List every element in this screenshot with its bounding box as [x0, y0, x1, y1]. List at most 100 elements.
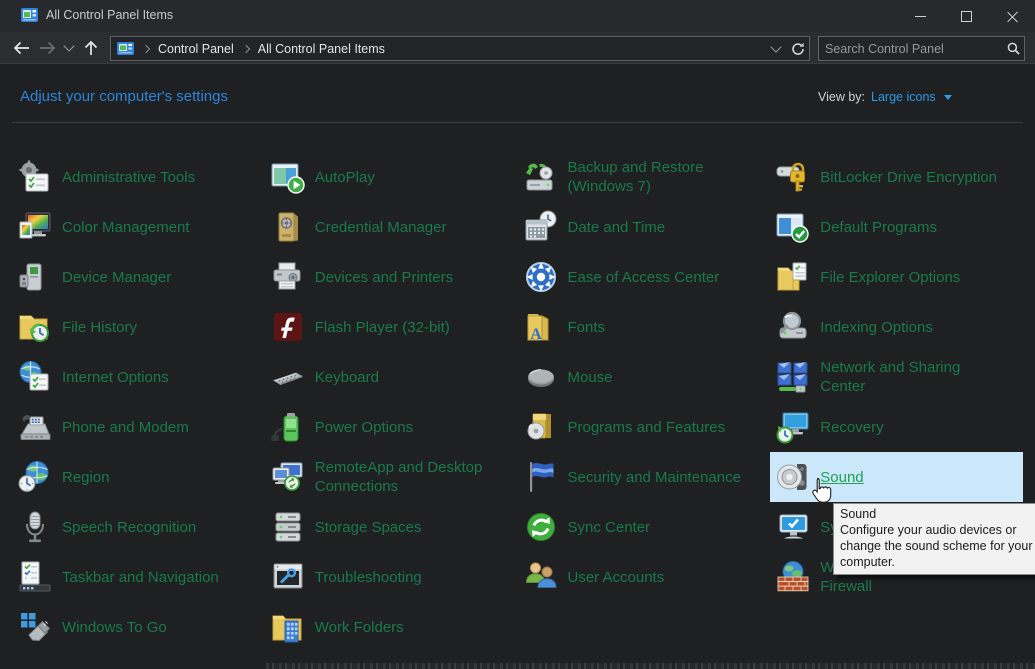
- item-flash-player-32-bit[interactable]: Flash Player (32-bit): [265, 302, 518, 352]
- back-arrow-icon: [13, 41, 30, 55]
- item-taskbar-and-navigation[interactable]: Taskbar and Navigation: [12, 552, 265, 602]
- item-label: Recovery: [820, 418, 883, 437]
- minimize-button[interactable]: [897, 0, 943, 32]
- item-date-and-time[interactable]: Date and Time: [518, 202, 771, 252]
- refresh-button[interactable]: [787, 36, 809, 62]
- troubleshooting-icon: [271, 560, 305, 594]
- breadcrumb-all-items[interactable]: All Control Panel Items: [258, 42, 385, 56]
- item-label: Programs and Features: [568, 418, 726, 437]
- security-maintenance-icon: [524, 460, 558, 494]
- ease-of-access-icon: [524, 260, 558, 294]
- view-by-control[interactable]: View by: Large icons: [818, 90, 952, 104]
- forward-button[interactable]: [34, 35, 60, 61]
- address-bar: Control Panel All Control Panel Items: [0, 32, 1035, 64]
- item-label: File History: [62, 318, 137, 337]
- item-region[interactable]: Region: [12, 452, 265, 502]
- item-label: Devices and Printers: [315, 268, 453, 287]
- item-label: Mouse: [568, 368, 613, 387]
- back-button[interactable]: [8, 35, 34, 61]
- item-file-history[interactable]: File History: [12, 302, 265, 352]
- address-history-dropdown[interactable]: [765, 36, 787, 62]
- file-history-icon: [18, 310, 52, 344]
- item-user-accounts[interactable]: User Accounts: [518, 552, 771, 602]
- item-work-folders[interactable]: Work Folders: [265, 602, 518, 652]
- page-title: Adjust your computer's settings: [20, 88, 228, 105]
- search-input[interactable]: [819, 42, 1002, 56]
- user-accounts-icon: [524, 560, 558, 594]
- window-title: All Control Panel Items: [46, 8, 173, 22]
- speech-recognition-icon: [18, 510, 52, 544]
- item-network-and-sharing-center[interactable]: Network and Sharing Center: [770, 352, 1023, 402]
- close-button[interactable]: [989, 0, 1035, 32]
- item-internet-options[interactable]: Internet Options: [12, 352, 265, 402]
- item-sound[interactable]: Sound: [770, 452, 1023, 502]
- item-label: User Accounts: [568, 568, 665, 587]
- autoplay-icon: [271, 160, 305, 194]
- item-devices-and-printers[interactable]: Devices and Printers: [265, 252, 518, 302]
- item-indexing-options[interactable]: Indexing Options: [770, 302, 1023, 352]
- item-label: Indexing Options: [820, 318, 933, 337]
- search-icon[interactable]: [1002, 42, 1024, 55]
- close-icon: [1007, 11, 1018, 22]
- item-speech-recognition[interactable]: Speech Recognition: [12, 502, 265, 552]
- item-label: Color Management: [62, 218, 190, 237]
- breadcrumb-control-panel[interactable]: Control Panel: [158, 42, 234, 56]
- device-manager-icon: [18, 260, 52, 294]
- header-divider: [12, 122, 1023, 123]
- item-troubleshooting[interactable]: Troubleshooting: [265, 552, 518, 602]
- item-label: Default Programs: [820, 218, 937, 237]
- up-button[interactable]: [78, 35, 104, 61]
- maximize-button[interactable]: [943, 0, 989, 32]
- remoteapp-icon: [271, 460, 305, 494]
- recent-pages-dropdown[interactable]: [60, 35, 78, 61]
- item-security-and-maintenance[interactable]: Security and Maintenance: [518, 452, 771, 502]
- svg-text:A: A: [530, 326, 542, 343]
- control-panel-icon: [21, 8, 38, 22]
- item-administrative-tools[interactable]: Administrative Tools: [12, 152, 265, 202]
- item-credential-manager[interactable]: Credential Manager: [265, 202, 518, 252]
- item-label: Network and Sharing Center: [820, 358, 960, 396]
- view-by-value[interactable]: Large icons: [871, 90, 936, 104]
- item-file-explorer-options[interactable]: File Explorer Options: [770, 252, 1023, 302]
- item-storage-spaces[interactable]: Storage Spaces: [265, 502, 518, 552]
- item-backup-and-restore-windows-7[interactable]: Backup and Restore (Windows 7): [518, 152, 771, 202]
- item-power-options[interactable]: Power Options: [265, 402, 518, 452]
- item-sync-center[interactable]: Sync Center: [518, 502, 771, 552]
- item-label: Device Manager: [62, 268, 171, 287]
- item-label: Date and Time: [568, 218, 666, 237]
- item-color-management[interactable]: Color Management: [12, 202, 265, 252]
- indexing-options-icon: [776, 310, 810, 344]
- item-label: Sync Center: [568, 518, 651, 537]
- item-mouse[interactable]: Mouse: [518, 352, 771, 402]
- item-label: AutoPlay: [315, 168, 375, 187]
- item-ease-of-access-center[interactable]: Ease of Access Center: [518, 252, 771, 302]
- maximize-icon: [961, 11, 972, 22]
- recovery-icon: [776, 410, 810, 444]
- refresh-icon: [791, 42, 805, 56]
- item-device-manager[interactable]: Device Manager: [12, 252, 265, 302]
- item-label: Internet Options: [62, 368, 169, 387]
- item-remoteapp-and-desktop-connections[interactable]: RemoteApp and Desktop Connections: [265, 452, 518, 502]
- item-label: Windows To Go: [62, 618, 167, 637]
- address-field[interactable]: Control Panel All Control Panel Items: [110, 36, 810, 61]
- item-autoplay[interactable]: AutoPlay: [265, 152, 518, 202]
- item-keyboard[interactable]: Keyboard: [265, 352, 518, 402]
- item-windows-to-go[interactable]: Windows To Go: [12, 602, 265, 652]
- storage-spaces-icon: [271, 510, 305, 544]
- chevron-down-icon: [63, 40, 74, 51]
- phone-modem-icon: [18, 410, 52, 444]
- mouse-icon: [524, 360, 558, 394]
- item-fonts[interactable]: AFonts: [518, 302, 771, 352]
- item-label: File Explorer Options: [820, 268, 960, 287]
- work-folders-icon: [271, 610, 305, 644]
- item-label: Troubleshooting: [315, 568, 422, 587]
- item-programs-and-features[interactable]: Programs and Features: [518, 402, 771, 452]
- hand-cursor-icon: [810, 477, 833, 510]
- background-window-fragment-bottom: [266, 663, 1035, 669]
- chevron-down-icon: [770, 41, 781, 52]
- item-default-programs[interactable]: Default Programs: [770, 202, 1023, 252]
- tooltip-title: Sound: [840, 506, 1035, 522]
- item-phone-and-modem[interactable]: Phone and Modem: [12, 402, 265, 452]
- item-recovery[interactable]: Recovery: [770, 402, 1023, 452]
- item-bitlocker-drive-encryption[interactable]: BitLocker Drive Encryption: [770, 152, 1023, 202]
